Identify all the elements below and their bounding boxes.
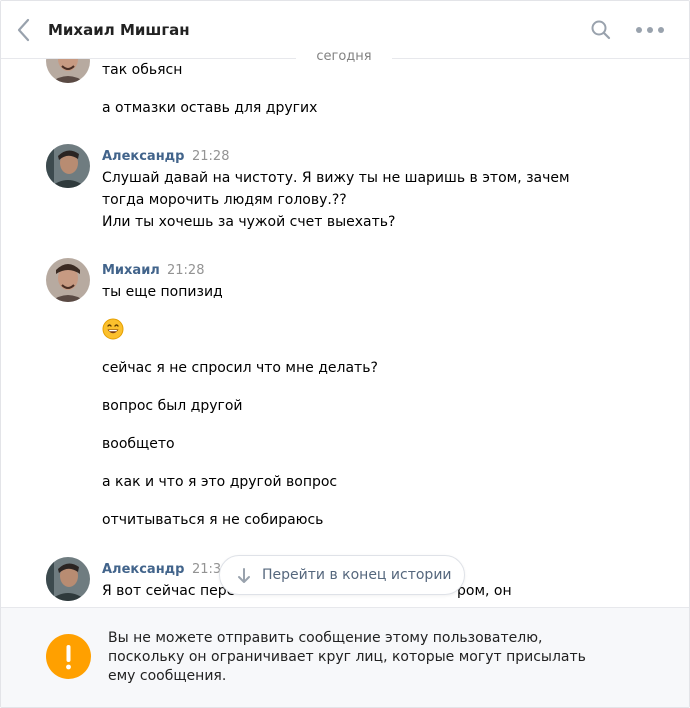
message-text: тогда морочить людям голову.?? bbox=[102, 192, 347, 208]
separator-line bbox=[392, 58, 689, 59]
notice-line: Вы не можете отправить сообщение этому п… bbox=[108, 630, 543, 646]
more-dots-icon bbox=[636, 27, 664, 33]
scroll-to-end-label: Перейти в конец истории bbox=[262, 567, 452, 583]
arrow-down-icon bbox=[238, 568, 250, 583]
message-time[interactable]: 21:28 bbox=[167, 263, 204, 278]
message-text: а отмазки оставь для других bbox=[102, 100, 318, 116]
message-text: а как и что я это другой вопрос bbox=[102, 474, 338, 490]
separator-line bbox=[1, 58, 296, 59]
avatar-photo bbox=[46, 144, 90, 188]
chevron-left-icon bbox=[17, 18, 30, 42]
avatar-photo bbox=[46, 557, 90, 601]
emoji-message bbox=[102, 317, 124, 347]
search-button[interactable] bbox=[589, 18, 613, 42]
more-button[interactable] bbox=[633, 18, 667, 42]
date-label: сегодня bbox=[296, 49, 392, 64]
avatar-aleksandr[interactable] bbox=[46, 144, 90, 188]
message-author[interactable]: Александр bbox=[102, 562, 185, 577]
message-author[interactable]: Михаил bbox=[102, 263, 160, 278]
avatar-aleksandr[interactable] bbox=[46, 557, 90, 601]
message-author[interactable]: Александр bbox=[102, 149, 185, 164]
search-icon bbox=[591, 20, 611, 40]
message-text: ты еще попизид bbox=[102, 284, 223, 300]
notice-line: поскольку он ограничивает круг лиц, кото… bbox=[108, 649, 586, 665]
message-time[interactable]: 21:28 bbox=[192, 149, 229, 164]
avatar-mikhail[interactable] bbox=[46, 258, 90, 302]
message-text: Слушай давай на чистоту. Я вижу ты не ша… bbox=[102, 170, 570, 186]
message-text: ром, он bbox=[457, 583, 512, 599]
date-separator: сегодня bbox=[1, 49, 689, 67]
back-button[interactable] bbox=[15, 17, 33, 43]
message-text: Я вот сейчас пере bbox=[102, 583, 236, 599]
chat-title[interactable]: Михаил Мишган bbox=[48, 21, 190, 39]
message-text: вопрос был другой bbox=[102, 398, 243, 414]
chat-window: Михаил Мишган сегодня так обьясн а отмаз… bbox=[0, 0, 690, 708]
avatar-photo bbox=[46, 258, 90, 302]
blocked-notice-text: Вы не можете отправить сообщение этому п… bbox=[108, 629, 608, 686]
scroll-to-end-button[interactable]: Перейти в конец истории bbox=[219, 555, 465, 595]
message-text: сейчас я не спросил что мне делать? bbox=[102, 360, 378, 376]
exclamation-icon bbox=[66, 645, 71, 670]
smile-emoji-icon bbox=[102, 318, 124, 340]
message-text: вообщето bbox=[102, 436, 175, 452]
notice-line: ему сообщения. bbox=[108, 668, 227, 684]
warning-badge bbox=[46, 634, 91, 679]
message-text: отчитываться я не собираюсь bbox=[102, 512, 324, 528]
message-text: Или ты хочешь за чужой счет выехать? bbox=[102, 214, 396, 230]
blocked-notice: Вы не можете отправить сообщение этому п… bbox=[1, 607, 689, 707]
message-time[interactable]: 21:3 bbox=[192, 562, 221, 577]
